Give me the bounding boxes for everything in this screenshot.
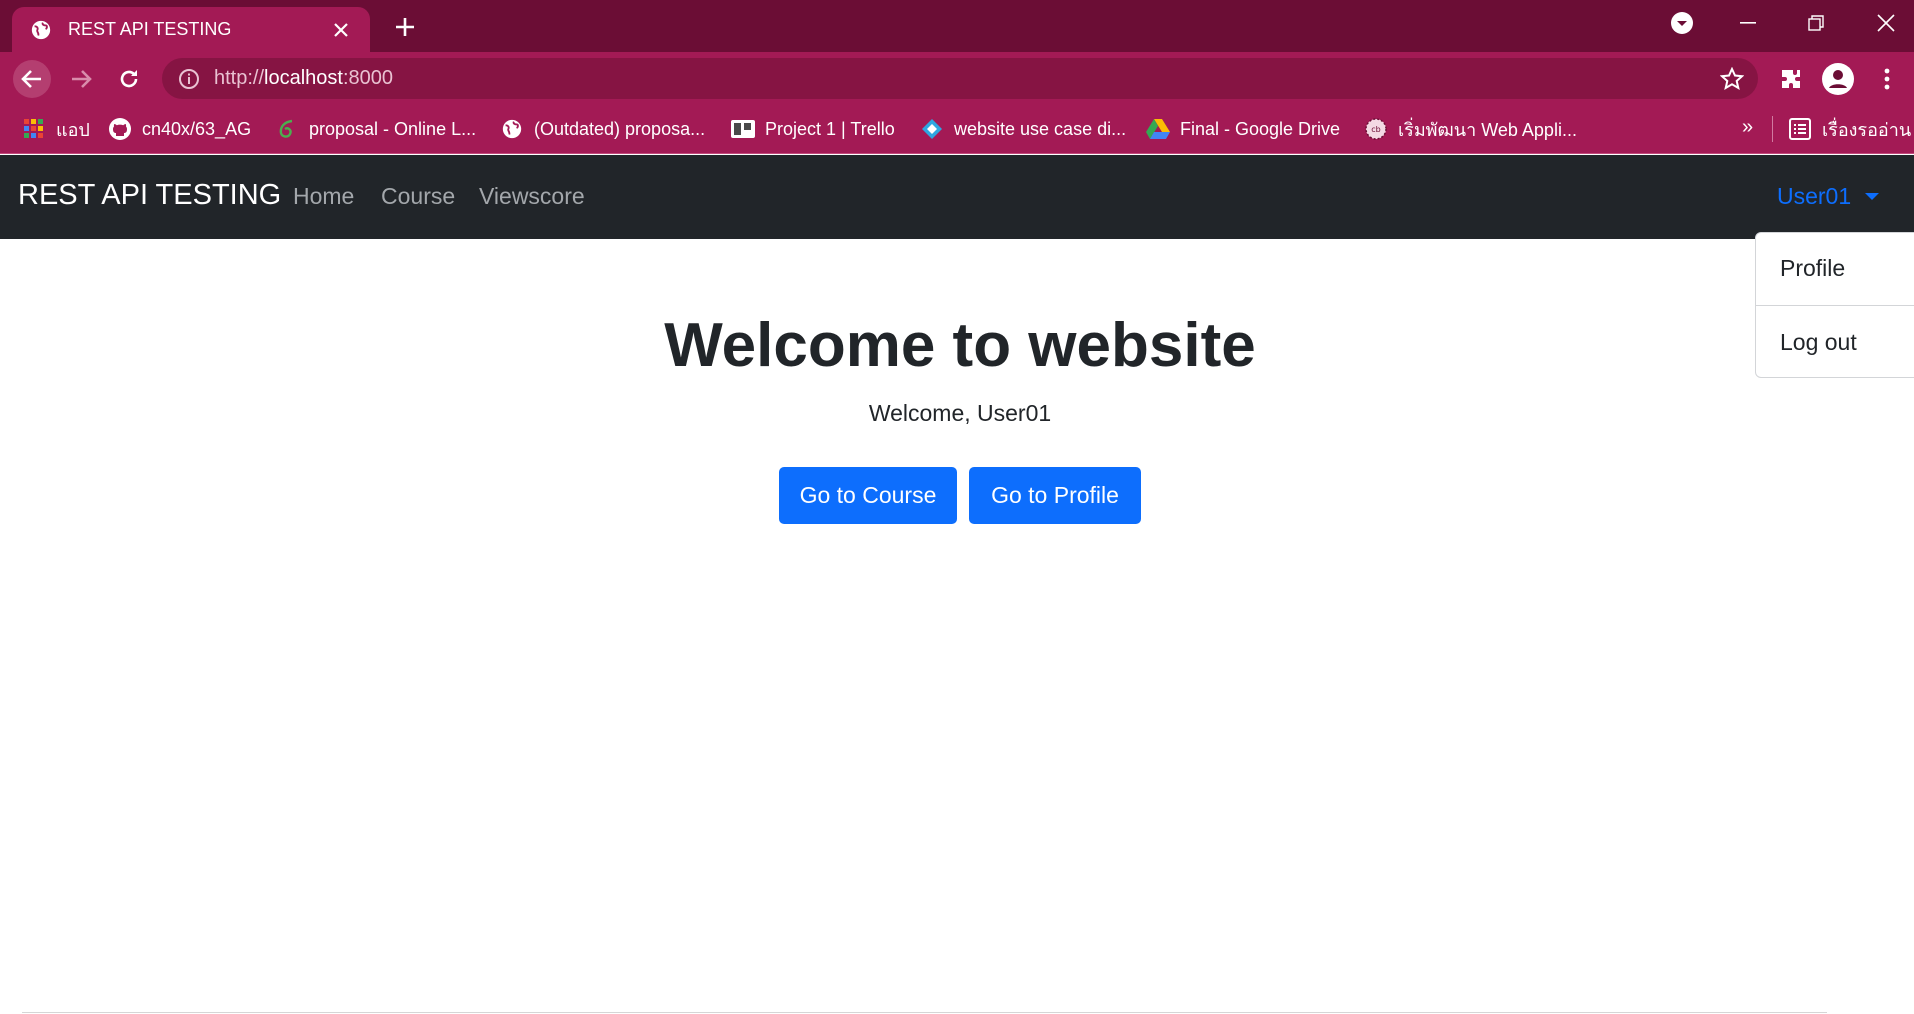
bookmark-label: เริ่มพัฒนา Web Appli... [1398, 119, 1577, 140]
apps-grid-icon [22, 117, 46, 141]
trello-icon [731, 117, 755, 141]
bookmark-label: proposal - Online L... [309, 118, 477, 139]
bookmark-star-icon[interactable] [1720, 67, 1744, 91]
page-title: Welcome to website [664, 311, 1256, 380]
url-port: :8000 [342, 67, 394, 89]
minimize-icon[interactable] [1724, 8, 1772, 38]
back-button[interactable] [13, 60, 51, 98]
window-close-icon[interactable] [1862, 8, 1910, 38]
bookmark-label: แอป [56, 119, 90, 140]
bookmark-github[interactable]: cn40x/63_AG [108, 116, 251, 142]
restore-icon[interactable] [1792, 8, 1840, 38]
reload-button[interactable] [110, 60, 148, 98]
new-tab-icon[interactable] [390, 12, 420, 42]
welcome-message: Welcome, User01 [868, 400, 1052, 426]
go-to-profile-button[interactable]: Go to Profile [969, 467, 1141, 524]
tab-search-icon[interactable] [1658, 8, 1706, 38]
bookmark-use-case[interactable]: website use case di... [920, 116, 1126, 142]
bookmark-google-drive[interactable]: Final - Google Drive [1146, 116, 1340, 142]
site-icon: cb [1364, 117, 1388, 141]
bookmark-label: Final - Google Drive [1180, 118, 1341, 139]
url-host: localhost [264, 67, 343, 89]
bookmark-outdated-proposal[interactable]: (Outdated) proposa... [500, 116, 705, 142]
go-to-course-button[interactable]: Go to Course [779, 467, 957, 524]
diagram-icon [920, 117, 944, 141]
forward-button[interactable] [62, 60, 100, 98]
bookmarks-divider [1772, 116, 1773, 142]
bookmark-apps[interactable]: แอป [22, 116, 90, 142]
reading-list-icon [1788, 117, 1812, 141]
tab-title: REST API TESTING [68, 19, 232, 39]
close-tab-icon[interactable] [326, 15, 356, 45]
menu-kebab-icon[interactable] [1870, 62, 1904, 96]
browser-tabstrip: REST API TESTING [0, 0, 1914, 52]
extensions-icon[interactable] [1774, 62, 1808, 96]
arrow-left-icon [21, 70, 41, 88]
google-drive-icon [1146, 117, 1170, 141]
reading-list-label: เรื่องรออ่าน [1822, 119, 1912, 140]
bookmark-label: Project 1 | Trello [765, 118, 895, 139]
caret-down-icon [1865, 193, 1880, 200]
svg-text:cb: cb [1371, 125, 1380, 134]
bookmark-web-app[interactable]: cb เริ่มพัฒนา Web Appli... [1364, 116, 1577, 142]
globe-icon [500, 117, 524, 141]
bookmark-trello[interactable]: Project 1 | Trello [731, 116, 895, 142]
address-bar[interactable]: http://localhost:8000 [162, 58, 1758, 99]
user-dropdown-toggle[interactable]: User01 [1777, 183, 1880, 210]
user-name: User01 [1777, 183, 1852, 209]
globe-icon [31, 20, 51, 39]
url-text[interactable]: http://localhost:8000 [214, 67, 393, 90]
dropdown-item-profile[interactable]: Profile [1780, 255, 1845, 282]
nav-link-viewscore[interactable]: Viewscore [479, 183, 585, 210]
navbar-brand[interactable]: REST API TESTING [18, 179, 281, 212]
nav-link-home[interactable]: Home [293, 183, 354, 210]
reading-list-button[interactable]: เรื่องรออ่าน [1788, 116, 1911, 142]
browser-tab[interactable]: REST API TESTING [12, 7, 370, 52]
profile-avatar-icon[interactable] [1821, 62, 1855, 96]
bookmarks-bar: แอป cn40x/63_AG proposal - Online L... (… [0, 104, 1914, 154]
bookmarks-more-button[interactable]: » [1742, 116, 1753, 139]
site-navbar: REST API TESTING Home Course Viewscore U… [0, 155, 1914, 239]
bookmark-label: cn40x/63_AG [142, 118, 252, 139]
arrow-right-icon [72, 70, 92, 88]
url-scheme: http:// [214, 67, 265, 89]
browser-toolbar: http://localhost:8000 [0, 52, 1914, 104]
info-icon[interactable] [178, 68, 200, 90]
reload-icon [120, 70, 138, 88]
dropdown-divider [1756, 305, 1914, 306]
overleaf-icon [275, 117, 299, 141]
bookmark-label: (Outdated) proposa... [534, 118, 706, 139]
bookmark-overleaf[interactable]: proposal - Online L... [275, 116, 476, 142]
github-icon [108, 117, 132, 141]
bookmark-label: website use case di... [954, 118, 1127, 139]
nav-link-course[interactable]: Course [381, 183, 455, 210]
page-bottom-border [22, 1012, 1827, 1013]
